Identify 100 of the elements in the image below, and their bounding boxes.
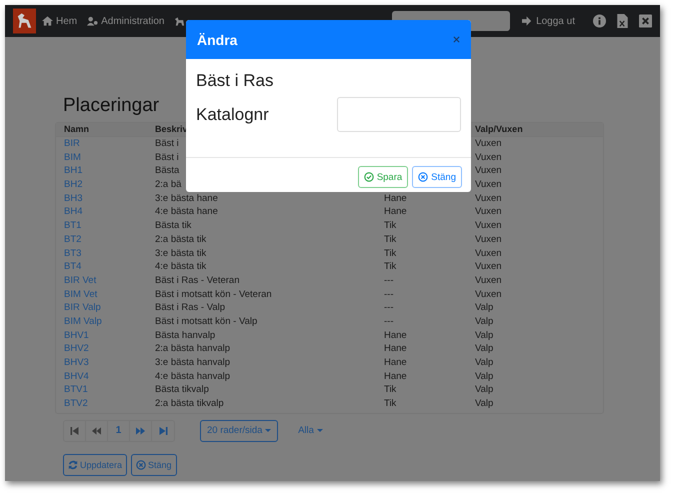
table-cell: Valp <box>475 342 494 356</box>
name-link[interactable]: BIM Valp <box>64 314 102 329</box>
check-circle-icon <box>364 172 374 182</box>
table-cell: Vuxen <box>475 219 502 233</box>
table-cell: Hane <box>384 370 407 384</box>
page-title: Placeringar <box>63 95 160 117</box>
table-cell: Vuxen <box>475 164 502 178</box>
table-cell: Valp <box>475 383 494 398</box>
table-cell: Valp <box>475 356 494 370</box>
table-cell: 3:e bästa tik <box>155 246 206 260</box>
table-cell: 3:e bästa hane <box>155 192 218 206</box>
table-cell: Vuxen <box>475 246 502 260</box>
first-page-icon <box>70 426 79 435</box>
table-cell: Bäst i Ras - Veteran <box>155 274 240 288</box>
name-link[interactable]: BT3 <box>64 246 82 260</box>
name-link[interactable]: BH1 <box>64 164 82 178</box>
close-icon[interactable] <box>639 14 652 28</box>
name-link[interactable]: BT4 <box>64 260 82 274</box>
table-cell: Vuxen <box>475 137 502 151</box>
table-cell: Bäst i motsatt kön - Valp <box>155 314 258 329</box>
name-link[interactable]: BIR Vet <box>64 274 96 288</box>
name-link[interactable]: BT1 <box>64 219 82 233</box>
info-icon[interactable] <box>593 14 606 28</box>
table-cell: Bästa <box>155 164 180 178</box>
excel-file-icon[interactable] <box>616 14 629 28</box>
name-link[interactable]: BHV4 <box>64 370 89 384</box>
rewind-icon <box>92 426 101 435</box>
input-field[interactable] <box>337 97 461 132</box>
column-header: Namn <box>64 123 90 136</box>
name-link[interactable]: BT2 <box>64 232 82 247</box>
table-cell: Bäst i <box>155 150 179 164</box>
table-cell: Vuxen <box>475 178 502 192</box>
home-icon <box>42 16 53 26</box>
logout-link[interactable]: Logga ut <box>522 16 575 26</box>
close-circle-icon <box>418 172 428 182</box>
name-link[interactable]: BH4 <box>64 205 82 220</box>
name-link[interactable]: BIR <box>64 137 80 151</box>
table-cell: Bästa hanvalp <box>155 328 216 342</box>
table-cell: Bäst i Ras - Valp <box>155 301 226 315</box>
dog-icon <box>174 16 186 26</box>
table-cell: Vuxen <box>475 232 502 247</box>
field-label: Katalognr <box>196 104 269 124</box>
fast-forward-icon <box>136 426 145 435</box>
dialog-button[interactable]: Spara <box>358 166 408 188</box>
name-link[interactable]: BH2 <box>64 178 82 192</box>
table-cell: Vuxen <box>475 192 502 206</box>
table-cell: Hane <box>384 342 407 356</box>
nav-link[interactable]: Hem <box>42 16 78 26</box>
table-cell: Vuxen <box>475 288 502 302</box>
filter-dropdown[interactable]: Alla <box>292 420 329 442</box>
table-cell: Bästa tik <box>155 219 192 233</box>
table-cell: Vuxen <box>475 260 502 274</box>
logout-icon <box>522 16 534 26</box>
table-cell: Hane <box>384 356 407 370</box>
nav-link[interactable] <box>174 16 186 26</box>
nav-link[interactable]: Administration <box>87 16 164 26</box>
name-link[interactable]: BHV2 <box>64 342 89 356</box>
table-cell: Valp <box>475 370 494 384</box>
table-cell: Bästa tikvalp <box>155 383 209 398</box>
table-cell: Hane <box>384 328 407 342</box>
dialog-heading: Bäst i Ras <box>196 71 274 91</box>
column-header: Beskriv <box>155 123 188 136</box>
name-link[interactable]: BIR Valp <box>64 301 101 315</box>
name-link[interactable]: BH3 <box>64 192 82 206</box>
table-cell: 4:e bästa hane <box>155 205 218 220</box>
table-cell: 4:e bästa tik <box>155 260 206 274</box>
table-cell: Tik <box>384 260 396 274</box>
table-cell: Valp <box>475 397 494 411</box>
refresh-icon <box>68 460 78 470</box>
table-cell: 4:e bästa hanvalp <box>155 370 230 384</box>
table-cell: Bäst i <box>155 137 179 151</box>
table-cell: Valp <box>475 301 494 315</box>
name-link[interactable]: BIM Vet <box>64 288 98 302</box>
page-size-dropdown[interactable]: 20 rader/sida <box>200 420 278 442</box>
name-link[interactable]: BIM <box>64 150 81 164</box>
dialog-title: Ändra <box>197 32 238 48</box>
dog-logo-icon <box>13 8 36 34</box>
name-link[interactable]: BHV3 <box>64 356 89 370</box>
name-link[interactable]: BTV2 <box>64 397 88 411</box>
table-cell: Valp <box>475 314 494 329</box>
table-cell: Hane <box>384 205 407 220</box>
action-button[interactable]: Uppdatera <box>63 454 128 476</box>
table-cell: Tik <box>384 397 396 411</box>
table-cell: 2:a bästa tikvalp <box>155 397 224 411</box>
table-cell: 2:a bästa hanvalp <box>155 342 230 356</box>
page-button[interactable]: 1 <box>108 420 130 441</box>
action-button[interactable]: Stäng <box>131 454 177 476</box>
dialog-button[interactable]: Stäng <box>412 166 462 188</box>
last-page-icon <box>158 426 168 435</box>
table-cell: Vuxen <box>475 205 502 220</box>
name-link[interactable]: BHV1 <box>64 328 89 342</box>
table-cell: Vuxen <box>475 274 502 288</box>
table-cell: 2:a bä <box>155 178 182 192</box>
name-link[interactable]: BTV1 <box>64 383 88 398</box>
table-cell: 2:a bästa tik <box>155 232 206 247</box>
table-cell: --- <box>384 314 394 329</box>
close-icon[interactable] <box>453 36 460 43</box>
table-cell: Valp <box>475 328 494 342</box>
table-cell: --- <box>384 288 394 302</box>
table-cell: 3:e bästa hanvalp <box>155 356 230 370</box>
